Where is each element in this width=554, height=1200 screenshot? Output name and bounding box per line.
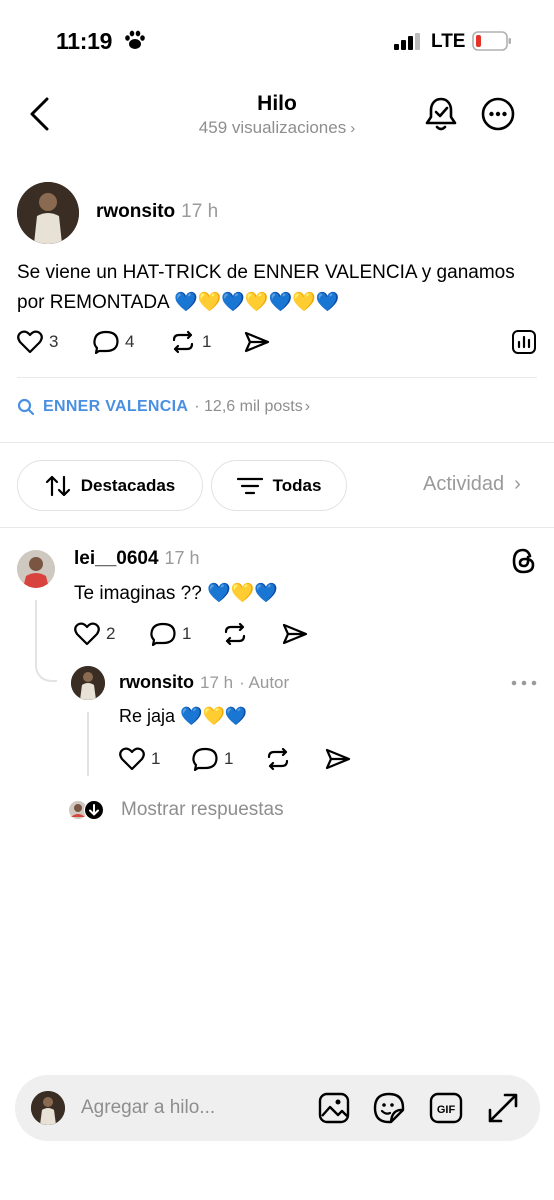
post-author-avatar[interactable]: [17, 182, 79, 244]
thread-line: [87, 712, 89, 776]
activity-label: Actividad: [423, 473, 505, 495]
expand-icon: [488, 1093, 518, 1123]
comment-like-count: 2: [106, 624, 116, 643]
send-icon: [282, 623, 308, 645]
heart-icon: [74, 622, 100, 646]
reply-share-button[interactable]: [325, 747, 351, 771]
activity-link[interactable]: Actividad ›: [423, 473, 521, 496]
comment-username[interactable]: lei__0604: [74, 548, 159, 569]
comment-icon: [150, 622, 176, 646]
comment-share-button[interactable]: [282, 622, 308, 646]
author-tag: · Autor: [239, 673, 290, 692]
comment-icon: [93, 330, 119, 354]
reply-reply-button[interactable]: 1: [192, 747, 233, 771]
comment-icon: [192, 747, 218, 771]
more-options-button[interactable]: [481, 97, 515, 131]
send-icon: [325, 748, 351, 770]
repost-icon: [172, 330, 194, 354]
share-button[interactable]: [244, 330, 270, 354]
paw-icon: [124, 30, 146, 50]
sticker-icon: [373, 1092, 405, 1124]
chevron-right-icon: ›: [350, 120, 356, 137]
commenter-avatar[interactable]: [17, 550, 55, 588]
reply-time: 17 h: [200, 673, 234, 692]
battery-icon: [472, 31, 512, 51]
sticker-button[interactable]: [373, 1092, 405, 1124]
show-replies-button[interactable]: Mostrar respuestas: [67, 799, 284, 821]
insights-button[interactable]: [511, 329, 537, 355]
heart-icon: [17, 330, 43, 354]
topic-count: · 12,6 mil posts: [194, 398, 303, 415]
status-time: 11:19: [56, 28, 113, 54]
reply-button[interactable]: 4: [93, 330, 134, 354]
reply-like-button[interactable]: 1: [119, 747, 160, 771]
sort-button[interactable]: Destacadas: [17, 460, 203, 511]
reply-author[interactable]: rwonsito 17 h · Autor: [119, 672, 289, 693]
views-count: 459 visualizaciones: [198, 118, 347, 137]
reply-count: 4: [125, 332, 135, 351]
reply-avatars-icon: [69, 800, 104, 820]
comment-repost-button[interactable]: [222, 622, 248, 646]
like-count: 3: [49, 332, 59, 351]
comment-reply-button[interactable]: 1: [150, 622, 191, 646]
gif-button[interactable]: GIF: [429, 1092, 463, 1124]
repost-button[interactable]: 1: [170, 330, 211, 354]
page-title: Hilo: [257, 92, 297, 115]
reply-username[interactable]: rwonsito: [119, 672, 194, 692]
reply-text: Re jaja 💙💛💙: [119, 706, 248, 726]
divider: [0, 527, 554, 528]
gif-icon: GIF: [429, 1092, 463, 1124]
search-icon: [17, 398, 35, 416]
sort-label: Destacadas: [80, 475, 176, 495]
filter-icon: [236, 477, 263, 494]
divider: [0, 442, 554, 443]
chevron-right-icon: ›: [304, 398, 311, 415]
show-replies-label: Mostrar respuestas: [121, 799, 284, 820]
reply-more-button[interactable]: [511, 680, 537, 686]
post-text: Se viene un HAT-TRICK de ENNER VALENCIA …: [17, 262, 515, 313]
signal-icon: [394, 33, 422, 50]
repost-count: 1: [202, 332, 212, 351]
views-link[interactable]: 459 visualizaciones ›: [0, 118, 554, 138]
like-button[interactable]: 3: [17, 330, 58, 354]
threads-logo-icon: [511, 547, 537, 575]
comment-time: 17 h: [164, 548, 200, 568]
image-icon: [318, 1092, 350, 1124]
ellipsis-icon: [511, 680, 537, 686]
post-author[interactable]: rwonsito 17 h: [96, 201, 218, 223]
topic-link[interactable]: ENNER VALENCIA · 12,6 mil posts ›: [17, 398, 310, 416]
comment-text: Te imaginas ?? 💙💛💙: [74, 583, 279, 604]
network-label: LTE: [431, 31, 466, 52]
reply-like-count: 1: [151, 749, 161, 768]
topic-name: ENNER VALENCIA: [43, 398, 189, 415]
post-username[interactable]: rwonsito: [96, 201, 175, 222]
comment-reply-count: 1: [182, 624, 192, 643]
expand-button[interactable]: [488, 1093, 518, 1123]
reply-author-avatar[interactable]: [71, 666, 105, 700]
svg-text:GIF: GIF: [437, 1104, 456, 1116]
comment-author[interactable]: lei__0604 17 h: [74, 548, 200, 570]
comment-like-button[interactable]: 2: [74, 622, 115, 646]
filter-button[interactable]: Todas: [211, 460, 347, 511]
post-time: 17 h: [181, 201, 219, 222]
divider: [17, 377, 537, 378]
reply-reply-count: 1: [224, 749, 234, 768]
heart-icon: [119, 747, 145, 771]
image-button[interactable]: [318, 1092, 350, 1124]
reply-repost-button[interactable]: [265, 747, 291, 771]
bar-chart-icon: [512, 330, 536, 354]
filter-label: Todas: [272, 475, 322, 495]
repost-icon: [267, 747, 289, 771]
chevron-right-icon: ›: [514, 473, 521, 495]
sort-arrows-icon: [45, 475, 70, 496]
thread-connector: [35, 600, 57, 682]
notification-bell-button[interactable]: [424, 96, 458, 132]
repost-icon: [224, 622, 246, 646]
composer-input[interactable]: Agregar a hilo...: [81, 1097, 215, 1119]
my-avatar: [31, 1091, 65, 1125]
send-icon: [244, 331, 270, 353]
